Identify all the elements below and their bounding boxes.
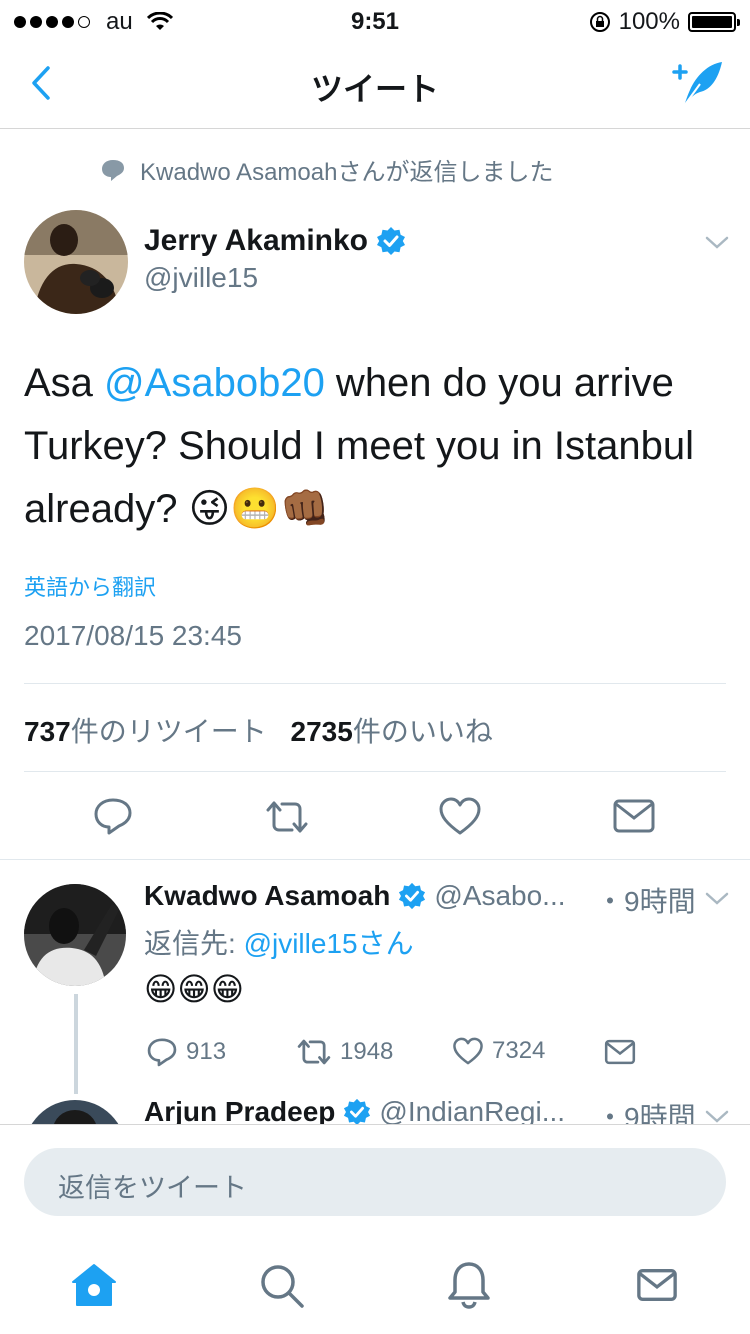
- tweet-stats: 737件のリツイート 2735件のいいね: [24, 710, 493, 750]
- home-icon[interactable]: [70, 1262, 118, 1308]
- navigation-bar: ツイート: [0, 40, 750, 129]
- verified-icon: [344, 1098, 371, 1124]
- reply-avatar[interactable]: [24, 884, 126, 986]
- mention-link[interactable]: @Asabob20: [104, 361, 325, 405]
- composer-placeholder: 返信をツイート: [58, 1173, 247, 1203]
- reply-avatar: [24, 1100, 126, 1124]
- author-name: Jerry Akaminko: [144, 224, 369, 257]
- speech-bubble-icon: [102, 159, 124, 181]
- messages-icon[interactable]: [636, 1266, 678, 1304]
- like-label: 件のいいね: [352, 716, 493, 747]
- chevron-down-icon[interactable]: [702, 230, 732, 254]
- retweet-icon[interactable]: [264, 797, 310, 837]
- reply-context-text: Kwadwo Asamoahさんが返信しました: [140, 159, 554, 186]
- composer-divider: [0, 1124, 750, 1125]
- reply-count: 913: [186, 1038, 227, 1065]
- avatar-image: [24, 884, 126, 986]
- reply-header[interactable]: Kwadwo Asamoah @Asabo...: [144, 880, 566, 912]
- status-bar: au 9:51 100%: [0, 0, 750, 40]
- reply-icon[interactable]: [92, 795, 134, 837]
- reply-like-action[interactable]: 7324: [452, 1036, 545, 1066]
- dm-icon[interactable]: [612, 798, 656, 834]
- reply-icon: [147, 1038, 177, 1067]
- reply-author-name: Kwadwo Asamoah: [144, 880, 391, 911]
- tweet-text: Asa @Asabob20 when do you arrive Turkey?…: [24, 352, 724, 541]
- reply-time: ・9時間: [596, 1102, 696, 1124]
- translate-link[interactable]: 英語から翻訳: [24, 570, 156, 602]
- retweet-stat[interactable]: 737件のリツイート: [24, 716, 267, 747]
- chevron-down-icon[interactable]: [702, 886, 732, 910]
- reply-author-name: Arjun Pradeep: [144, 1096, 336, 1124]
- like-icon[interactable]: [438, 795, 482, 837]
- author-name-row[interactable]: Jerry Akaminko: [144, 224, 406, 258]
- divider: [24, 771, 726, 772]
- reply-reply-action[interactable]: 913: [146, 1036, 226, 1068]
- dm-icon[interactable]: [604, 1038, 636, 1066]
- section-divider: [0, 859, 750, 860]
- search-icon[interactable]: [258, 1262, 306, 1310]
- battery-icon: [688, 12, 740, 32]
- verified-icon: [377, 227, 406, 255]
- battery-percent: 100%: [618, 8, 680, 35]
- reply-item-clipped[interactable]: Arjun Pradeep @IndianRegi... ・9時間: [0, 1090, 750, 1124]
- tab-bar: [0, 1232, 750, 1334]
- retweet-count: 737: [24, 716, 71, 747]
- reply-header: Arjun Pradeep @IndianRegi...: [144, 1096, 565, 1124]
- reply-to-label: 返信先:: [144, 928, 244, 959]
- avatar-image: [24, 210, 128, 314]
- compose-tweet-icon[interactable]: [670, 54, 730, 114]
- avatar-image: [24, 1100, 126, 1124]
- verified-icon: [399, 882, 426, 910]
- author-handle[interactable]: @jville15: [144, 262, 258, 294]
- notifications-icon[interactable]: [446, 1260, 492, 1310]
- reply-to-handle[interactable]: @jville15さん: [244, 928, 414, 959]
- reply-author-handle: @IndianRegi...: [379, 1096, 566, 1124]
- reply-retweet-action[interactable]: 1948: [296, 1036, 393, 1068]
- reply-context: Kwadwo Asamoahさんが返信しました: [100, 152, 553, 187]
- like-count: 7324: [492, 1037, 546, 1064]
- reply-time: ・9時間: [596, 886, 696, 917]
- tweet-text-start: Asa: [24, 361, 105, 405]
- retweet-label: 件のリツイート: [70, 716, 267, 747]
- tweet-timestamp: 2017/08/15 23:45: [24, 620, 242, 651]
- divider: [24, 683, 726, 684]
- orientation-lock-icon: [589, 12, 610, 32]
- like-icon: [453, 1037, 483, 1065]
- author-avatar[interactable]: [24, 210, 128, 314]
- reply-composer-input[interactable]: 返信をツイート: [24, 1148, 726, 1216]
- chevron-down-icon: [705, 1110, 729, 1123]
- tweet-emojis: 😜😬👊🏾: [188, 487, 330, 531]
- reply-text: 😁😁😁: [144, 971, 245, 1007]
- retweet-icon: [297, 1039, 331, 1065]
- reply-to-line: 返信先: @jville15さん: [144, 922, 414, 962]
- page-title: ツイート: [310, 71, 439, 107]
- retweet-count: 1948: [340, 1038, 394, 1065]
- status-right: 100%: [589, 8, 740, 36]
- like-stat[interactable]: 2735件のいいね: [291, 716, 493, 747]
- like-count: 2735: [290, 716, 353, 747]
- thread-line: [74, 994, 78, 1094]
- reply-author-handle: @Asabo...: [434, 880, 566, 911]
